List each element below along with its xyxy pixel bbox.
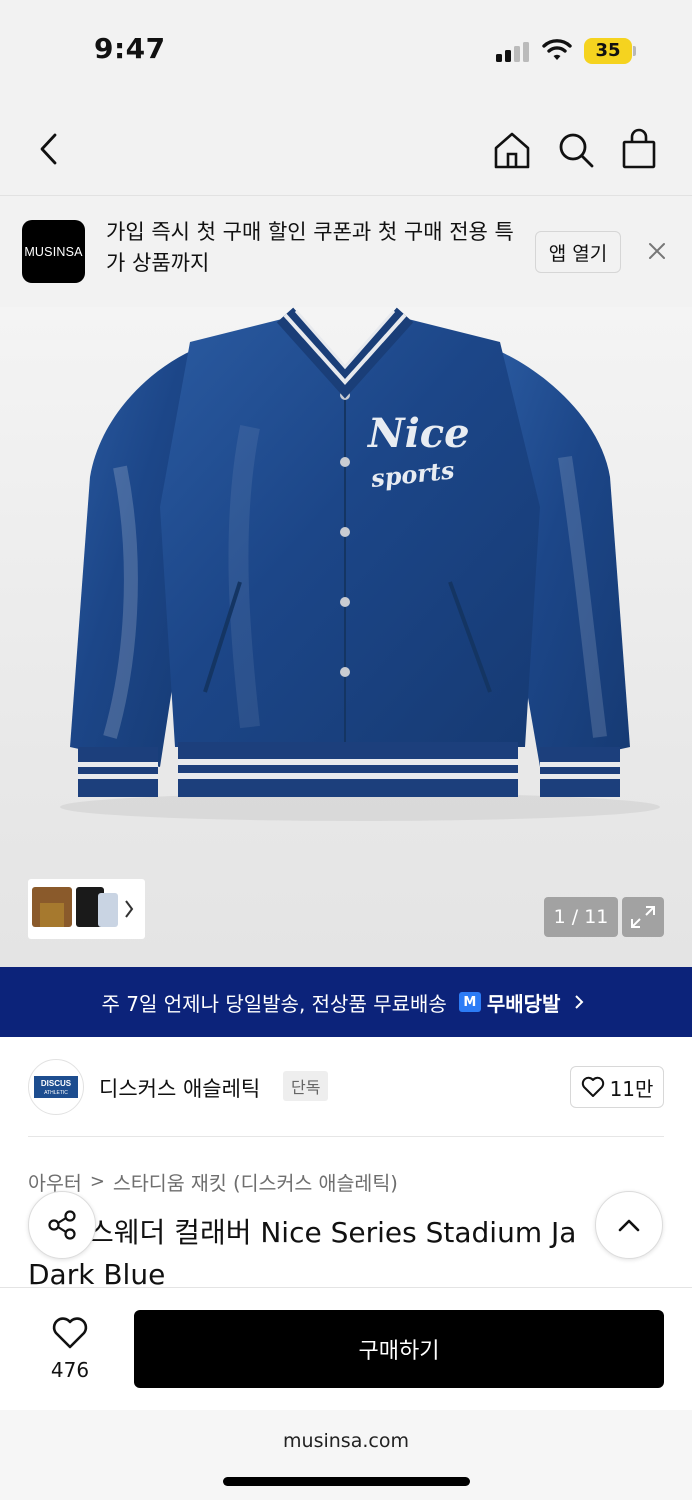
brand-like-button[interactable]: 11만 <box>570 1066 664 1108</box>
chevron-up-icon <box>618 1219 640 1232</box>
battery-tip <box>633 46 636 56</box>
chest-text-nice: Nice <box>366 410 470 457</box>
url-text: musinsa.com <box>283 1430 409 1452</box>
brand-name[interactable]: 디스커스 애슬레틱 <box>99 1073 260 1103</box>
exclusive-tag: 단독 <box>283 1071 329 1101</box>
expand-image-button[interactable] <box>622 897 664 937</box>
brand-logo[interactable]: DISCUS ATHLETIC <box>28 1059 84 1115</box>
discus-logo-icon: DISCUS ATHLETIC <box>34 1076 78 1098</box>
share-button[interactable] <box>28 1191 96 1259</box>
divider <box>28 1136 664 1137</box>
breadcrumb: 아우터 > 스타디움 재킷 (디스커스 애슬레틱) <box>28 1167 398 1196</box>
app-install-banner: MUSINSA 가입 즉시 첫 구매 할인 쿠폰과 첫 구매 전용 특가 상품까… <box>0 197 692 307</box>
expand-icon <box>631 906 655 928</box>
product-info: DISCUS ATHLETIC 디스커스 애슬레틱 단독 11만 아우터 > 스… <box>0 1037 692 1291</box>
heart-icon <box>581 1076 604 1097</box>
chevron-right-icon <box>575 995 584 1009</box>
badge-label: 무배당발 <box>486 991 561 1016</box>
shopping-bag-icon[interactable] <box>620 128 658 170</box>
brand-logo-text: DISCUS <box>41 1079 72 1088</box>
status-bar: 9:47 35 <box>0 0 692 100</box>
wishlist-button[interactable]: 476 <box>40 1316 100 1382</box>
variant-thumbnail-image <box>32 887 134 927</box>
back-chevron-icon[interactable] <box>36 132 62 166</box>
share-icon <box>48 1210 76 1240</box>
breadcrumb-separator-icon: > <box>89 1171 105 1192</box>
browser-url-bar[interactable]: musinsa.com <box>0 1410 692 1500</box>
shipping-promo-banner[interactable]: 주 7일 언제나 당일발송, 전상품 무료배송 M 무배당발 <box>0 967 692 1037</box>
battery-level: 35 <box>584 38 632 64</box>
product-jacket-image: Nice sports <box>60 307 660 821</box>
signal-icon <box>496 40 532 62</box>
shipping-promo-text: 주 7일 언제나 당일발송, 전상품 무료배송 <box>101 991 447 1016</box>
brand-logo-subtext: ATHLETIC <box>44 1090 68 1096</box>
purchase-bar: 476 구매하기 <box>0 1287 692 1410</box>
search-icon[interactable] <box>556 130 596 170</box>
wishlist-count: 476 <box>50 1358 90 1382</box>
banner-promo-text: 가입 즉시 첫 구매 할인 쿠폰과 첫 구매 전용 특가 상품까지 <box>106 220 514 275</box>
breadcrumb-subcategory[interactable]: 스타디움 재킷 (디스커스 애슬레틱) <box>113 1167 398 1196</box>
brand-row[interactable]: DISCUS ATHLETIC 디스커스 애슬레틱 단독 11만 <box>28 1059 664 1115</box>
image-page-indicator: 1 / 11 <box>544 897 618 937</box>
heart-icon <box>52 1317 88 1349</box>
color-variant-thumbnails[interactable] <box>28 879 145 939</box>
scroll-to-top-button[interactable] <box>595 1191 663 1259</box>
home-indicator <box>223 1477 470 1486</box>
badge-mark-icon: M <box>458 992 481 1012</box>
open-app-button[interactable]: 앱 열기 <box>535 231 621 273</box>
brand-like-count: 11만 <box>609 1076 654 1101</box>
status-time: 9:47 <box>94 32 166 65</box>
free-shipping-badge: M 무배당발 <box>458 988 561 1017</box>
home-icon[interactable] <box>492 130 532 170</box>
top-nav <box>0 100 692 196</box>
musinsa-app-logo: MUSINSA <box>22 220 85 283</box>
buy-button[interactable]: 구매하기 <box>134 1310 664 1388</box>
wifi-icon <box>542 39 572 60</box>
close-icon[interactable] <box>646 240 668 262</box>
product-image-carousel[interactable]: Nice sports 1 / 11 <box>0 307 692 967</box>
